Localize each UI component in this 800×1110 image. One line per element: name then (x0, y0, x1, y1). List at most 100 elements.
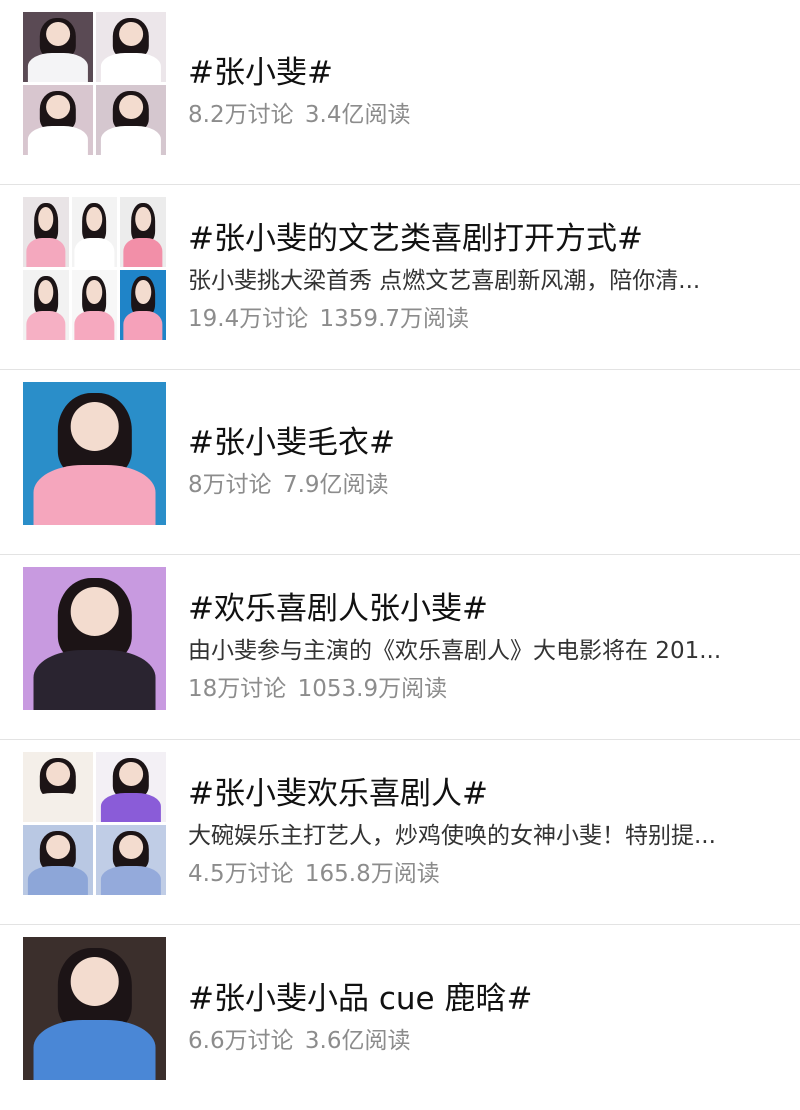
photo-cell (23, 567, 166, 710)
topic-row[interactable]: #张小斐# 8.2万讨论 3.4亿阅读 (0, 0, 800, 185)
photo-grid (23, 752, 166, 895)
topic-row[interactable]: #张小斐小品 cue 鹿晗# 6.6万讨论 3.6亿阅读 (0, 925, 800, 1110)
person-body (100, 865, 162, 895)
person-body (100, 52, 162, 82)
topic-row[interactable]: #张小斐的文艺类喜剧打开方式# 张小斐挑大梁首秀 点燃文艺喜剧新风潮，陪你清..… (0, 185, 800, 370)
topic-thumbnail[interactable] (23, 752, 166, 895)
person-body (26, 237, 66, 267)
topic-title[interactable]: #张小斐# (188, 52, 776, 94)
topic-stats: 8万讨论 7.9亿阅读 (188, 468, 776, 502)
topic-stats: 6.6万讨论 3.6亿阅读 (188, 1024, 776, 1058)
person-face (46, 761, 70, 786)
photo-grid (23, 12, 166, 155)
topic-text: #张小斐的文艺类喜剧打开方式# 张小斐挑大梁首秀 点燃文艺喜剧新风潮，陪你清..… (188, 185, 776, 369)
photo-grid (23, 197, 166, 340)
photo-cell (71, 197, 118, 267)
person-face (38, 206, 54, 231)
person-face (119, 834, 143, 859)
topic-stats: 19.4万讨论 1359.7万阅读 (188, 302, 776, 336)
topic-stats: 4.5万讨论 165.8万阅读 (188, 857, 776, 891)
photo-cell (23, 752, 93, 822)
topic-title[interactable]: #张小斐的文艺类喜剧打开方式# (188, 218, 776, 260)
photo-cell (23, 382, 166, 525)
person-body (33, 464, 156, 525)
photo-cell (96, 12, 166, 82)
person-face (46, 21, 70, 46)
read-count: 165.8万阅读 (304, 861, 440, 887)
person-face (119, 94, 143, 119)
photo-cell (23, 825, 93, 895)
person-body (33, 649, 156, 710)
person-face (119, 21, 143, 46)
photo-cell (120, 270, 166, 340)
person-face (86, 206, 103, 231)
photo-cell (120, 197, 166, 267)
read-count: 7.9亿阅读 (282, 472, 389, 498)
read-count: 3.6亿阅读 (304, 1027, 411, 1054)
topic-thumbnail[interactable] (23, 197, 166, 340)
person-body (74, 237, 115, 267)
person-face (135, 206, 151, 231)
topic-text: #张小斐毛衣# 8万讨论 7.9亿阅读 (188, 370, 776, 554)
photo-cell (71, 270, 118, 340)
discussion-count: 18万讨论 (188, 676, 287, 702)
discussion-count: 8.2万讨论 (188, 102, 294, 128)
person-face (70, 402, 119, 451)
photo-cell (23, 12, 93, 82)
photo-cell (96, 85, 166, 155)
person-face (46, 94, 70, 119)
topic-text: #欢乐喜剧人张小斐# 由小斐参与主演的《欢乐喜剧人》大电影将在 201... 1… (188, 555, 776, 739)
topic-title[interactable]: #张小斐欢乐喜剧人# (188, 773, 776, 815)
person-body (27, 125, 89, 155)
topic-thumbnail[interactable] (23, 937, 166, 1080)
discussion-count: 19.4万讨论 (188, 306, 309, 332)
topic-list: #张小斐# 8.2万讨论 3.4亿阅读 #张小斐的文艺类喜剧打开方式# 张小斐挑… (0, 0, 800, 1110)
topic-stats: 8.2万讨论 3.4亿阅读 (188, 98, 776, 132)
topic-text: #张小斐# 8.2万讨论 3.4亿阅读 (188, 0, 776, 184)
topic-title[interactable]: #张小斐小品 cue 鹿晗# (188, 978, 776, 1020)
person-face (70, 587, 119, 636)
person-face (135, 279, 151, 304)
read-count: 3.4亿阅读 (304, 102, 411, 128)
topic-description: 大碗娱乐主打艺人，炒鸡使唤的女神小斐！特别提... (188, 823, 716, 849)
photo-cell (23, 197, 69, 267)
topic-stats: 18万讨论 1053.9万阅读 (188, 672, 776, 706)
person-body (100, 792, 162, 822)
discussion-count: 6.6万讨论 (188, 1027, 294, 1054)
person-body (26, 310, 66, 340)
topic-row[interactable]: #欢乐喜剧人张小斐# 由小斐参与主演的《欢乐喜剧人》大电影将在 201... 1… (0, 555, 800, 740)
person-face (70, 957, 119, 1006)
photo-cell (23, 85, 93, 155)
photo-cell (23, 937, 166, 1080)
topic-description: 张小斐挑大梁首秀 点燃文艺喜剧新风潮，陪你清... (188, 268, 701, 294)
topic-thumbnail[interactable] (23, 567, 166, 710)
person-face (46, 834, 70, 859)
topic-text: #张小斐欢乐喜剧人# 大碗娱乐主打艺人，炒鸡使唤的女神小斐！特别提... 4.5… (188, 740, 776, 924)
person-face (119, 761, 143, 786)
person-body (100, 125, 162, 155)
topic-thumbnail[interactable] (23, 12, 166, 155)
topic-text: #张小斐小品 cue 鹿晗# 6.6万讨论 3.6亿阅读 (188, 925, 776, 1110)
topic-title[interactable]: #欢乐喜剧人张小斐# (188, 588, 776, 630)
person-face (38, 279, 54, 304)
topic-description: 由小斐参与主演的《欢乐喜剧人》大电影将在 201... (188, 638, 722, 664)
person-body (123, 237, 163, 267)
person-body (123, 310, 163, 340)
person-body (27, 52, 89, 82)
discussion-count: 8万讨论 (188, 472, 272, 498)
photo-cell (96, 825, 166, 895)
topic-title[interactable]: #张小斐毛衣# (188, 422, 776, 464)
discussion-count: 4.5万讨论 (188, 861, 294, 887)
person-body (74, 310, 115, 340)
read-count: 1053.9万阅读 (297, 676, 448, 702)
topic-row[interactable]: #张小斐毛衣# 8万讨论 7.9亿阅读 (0, 370, 800, 555)
person-face (86, 279, 103, 304)
person-body (33, 1019, 156, 1080)
person-body (27, 865, 89, 895)
person-body (27, 792, 89, 822)
photo-cell (96, 752, 166, 822)
read-count: 1359.7万阅读 (319, 306, 470, 332)
topic-thumbnail[interactable] (23, 382, 166, 525)
photo-cell (23, 270, 69, 340)
topic-row[interactable]: #张小斐欢乐喜剧人# 大碗娱乐主打艺人，炒鸡使唤的女神小斐！特别提... 4.5… (0, 740, 800, 925)
